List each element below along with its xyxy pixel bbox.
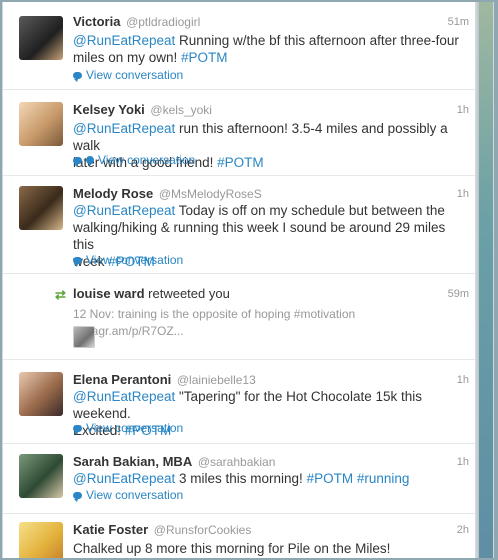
view-conversation-label: View conversation — [86, 421, 184, 435]
view-conversation-link[interactable]: View conversation — [73, 153, 195, 167]
view-conversation-label: View conversation — [86, 68, 184, 82]
timestamp[interactable]: 51m — [448, 16, 469, 28]
tweet-item[interactable]: Katie Foster @RunsforCookies 2h Chalked … — [3, 514, 479, 558]
user-handle[interactable]: @MsMelodyRoseS — [159, 187, 262, 201]
tweet-item[interactable]: Kelsey Yoki @kels_yoki 1h @RunEatRepeat … — [3, 90, 479, 176]
avatar[interactable] — [19, 454, 63, 498]
speech-bubble-icon — [73, 71, 82, 82]
view-conversation-label: View conversation — [98, 153, 196, 167]
avatar[interactable] — [19, 16, 63, 60]
tweet-item[interactable]: Elena Perantoni @lainiebelle13 1h @RunEa… — [3, 360, 479, 444]
speech-bubble-icon — [73, 256, 82, 267]
retweet-label: retweeted you — [148, 286, 230, 301]
media-thumbnail[interactable] — [73, 326, 95, 348]
user-name[interactable]: Katie Foster — [73, 522, 148, 537]
mention-link[interactable]: @RunEatRepeat — [73, 203, 175, 218]
avatar[interactable] — [19, 372, 63, 416]
retweet-icon: ⇄ — [55, 287, 66, 302]
tweet-text-part: walking/hiking & running this week I sou… — [73, 220, 446, 252]
view-conversation-link[interactable]: View conversation — [73, 253, 183, 267]
mention-link[interactable]: @RunEatRepeat — [73, 389, 175, 404]
user-handle[interactable]: @RunsforCookies — [154, 523, 252, 537]
tweet-text-part: miles on my own! — [73, 50, 182, 65]
timestamp[interactable]: 1h — [457, 456, 469, 468]
view-conversation-link[interactable]: View conversation — [73, 68, 183, 82]
mention-link[interactable]: @RunEatRepeat — [73, 33, 175, 48]
tweet-header: Katie Foster @RunsforCookies — [73, 522, 251, 537]
view-conversation-link[interactable]: View conversation — [73, 488, 183, 502]
view-conversation-label: View conversation — [86, 253, 184, 267]
background-strip — [479, 2, 493, 558]
tweet-item[interactable]: Victoria @ptldradiogirl 51m @RunEatRepea… — [3, 2, 479, 90]
mention-link[interactable]: @RunEatRepeat — [73, 471, 175, 486]
tweet-text-part: Running w/the bf this afternoon after th… — [175, 33, 459, 48]
tweet-header: Kelsey Yoki @kels_yoki — [73, 102, 212, 117]
user-handle[interactable]: @ptldradiogirl — [126, 15, 200, 29]
timestamp[interactable]: 1h — [457, 374, 469, 386]
hashtag-link[interactable]: #POTM — [181, 50, 228, 65]
view-conversation-label: View conversation — [86, 488, 184, 502]
tweet-text: @RunEatRepeat 3 miles this morning! #POT… — [73, 470, 469, 487]
user-name[interactable]: Kelsey Yoki — [73, 102, 145, 117]
view-conversation-link[interactable]: View conversation — [73, 421, 183, 435]
user-name[interactable]: Elena Perantoni — [73, 372, 171, 387]
hashtag-link[interactable]: #POTM — [307, 471, 354, 486]
user-name[interactable]: Melody Rose — [73, 186, 153, 201]
avatar[interactable] — [19, 102, 63, 146]
tweet-item[interactable]: Melody Rose @MsMelodyRoseS 1h @RunEatRep… — [3, 176, 479, 274]
hashtag-link[interactable]: #running — [357, 471, 410, 486]
hashtag-link[interactable]: #POTM — [217, 155, 264, 170]
location-pin-icon — [84, 154, 96, 166]
timeline: Victoria @ptldradiogirl 51m @RunEatRepea… — [2, 2, 494, 558]
avatar[interactable] — [19, 522, 63, 558]
timestamp[interactable]: 2h — [457, 524, 469, 536]
user-name[interactable]: louise ward — [73, 286, 145, 301]
tweet-header: Victoria @ptldradiogirl — [73, 14, 200, 29]
tweet-text-part: Today is off on my schedule but between … — [175, 203, 445, 218]
timestamp[interactable]: 1h — [457, 188, 469, 200]
user-name[interactable]: Victoria — [73, 14, 120, 29]
tweet-text: @RunEatRepeat Running w/the bf this afte… — [73, 32, 469, 66]
tweet-item[interactable]: Sarah Bakian, MBA @sarahbakian 1h @RunEa… — [3, 444, 479, 514]
avatar[interactable] — [19, 186, 63, 230]
speech-bubble-icon — [73, 424, 82, 435]
tweet-header: Sarah Bakian, MBA @sarahbakian — [73, 454, 275, 469]
user-handle[interactable]: @lainiebelle13 — [177, 373, 256, 387]
speech-bubble-icon — [73, 156, 82, 167]
mention-link[interactable]: @RunEatRepeat — [73, 121, 175, 136]
tweet-text-part: 3 miles this morning! — [175, 471, 307, 486]
tweet-header: Elena Perantoni @lainiebelle13 — [73, 372, 256, 387]
user-handle[interactable]: @sarahbakian — [198, 455, 276, 469]
user-name[interactable]: Sarah Bakian, MBA — [73, 454, 192, 469]
retweeted-text: 12 Nov: training is the opposite of hopi… — [73, 307, 356, 338]
retweet-notification[interactable]: ⇄ louise ward retweeted you 59m 12 Nov: … — [3, 274, 479, 360]
timestamp[interactable]: 1h — [457, 104, 469, 116]
user-handle[interactable]: @kels_yoki — [150, 103, 212, 117]
retweet-header: louise ward retweeted you — [73, 286, 230, 301]
tweet-header: Melody Rose @MsMelodyRoseS — [73, 186, 262, 201]
timestamp[interactable]: 59m — [448, 288, 469, 300]
tweet-text: Chalked up 8 more this morning for Pile … — [73, 541, 391, 556]
speech-bubble-icon — [73, 491, 82, 502]
